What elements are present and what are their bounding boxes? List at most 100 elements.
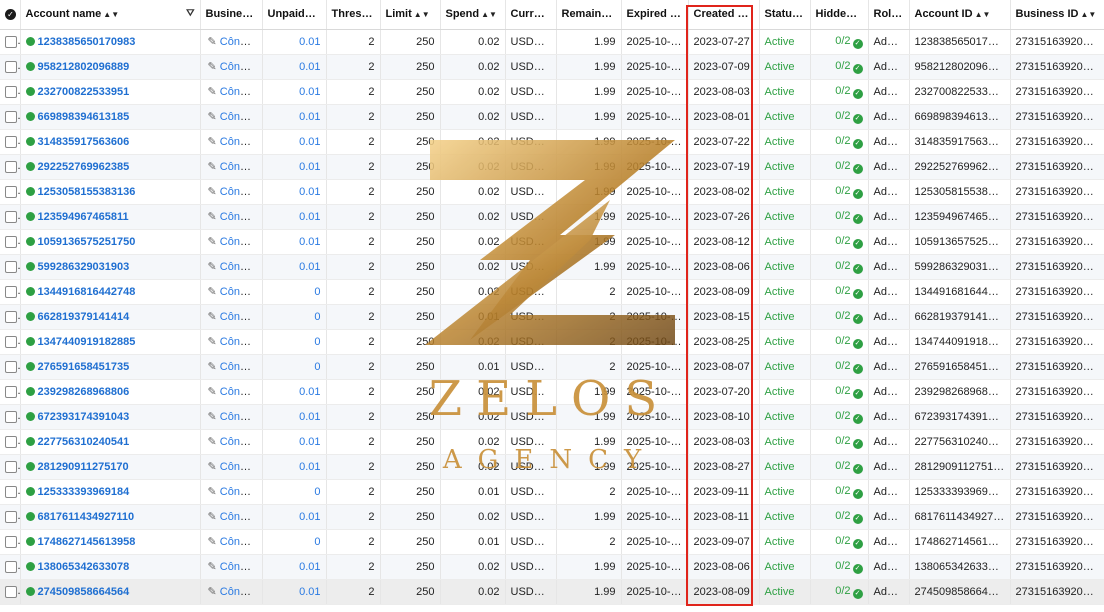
account-name-cell[interactable]: 1253058155383136	[20, 179, 201, 205]
business-link[interactable]: Công Ty T...	[220, 261, 261, 273]
table-row[interactable]: 227756310240541 ✎ Công Ty T...0.0122500.0…	[0, 429, 1104, 455]
table-row[interactable]: 6817611434927110 ✎ Công Ty T...0.0122500.…	[0, 504, 1104, 530]
business-link[interactable]: Công Ty T...	[220, 36, 261, 48]
account-name-cell[interactable]: 125333393969184	[20, 479, 201, 505]
business-link[interactable]: Công Ty T...	[220, 311, 261, 323]
edit-icon[interactable]: ✎	[208, 285, 217, 298]
account-name-cell[interactable]: 276591658451735	[20, 354, 201, 380]
business-link[interactable]: Công Ty T...	[220, 236, 261, 248]
account-name-cell[interactable]: 227756310240541	[20, 429, 201, 455]
account-name-link[interactable]: 1253058155383136	[38, 186, 136, 198]
table-row[interactable]: 125333393969184✎ Công Ty T...022500.01US…	[0, 479, 1104, 505]
table-row[interactable]: 1344916816442748✎ Công Ty T...022500.02U…	[0, 279, 1104, 305]
row-select-cell[interactable]	[0, 504, 21, 530]
account-name-cell[interactable]: 239298268968806	[20, 379, 201, 405]
row-checkbox[interactable]	[5, 385, 17, 398]
edit-icon[interactable]: ✎	[208, 410, 217, 423]
row-select-cell[interactable]	[0, 529, 21, 555]
row-checkbox[interactable]	[5, 410, 17, 423]
account-name-cell[interactable]: 1238385650170983	[20, 29, 201, 55]
account-name-link[interactable]: 239298268968806	[38, 386, 130, 398]
table-row[interactable]: 314835917563606 ✎ Công Ty T...0.0122500.0…	[0, 129, 1104, 155]
account-name-link[interactable]: 1347440919182885	[38, 336, 136, 348]
edit-icon[interactable]: ✎	[208, 360, 217, 373]
account-name-link[interactable]: 6817611434927110	[38, 511, 135, 523]
account-name-link[interactable]: 672393174391043	[38, 411, 130, 423]
header-spend[interactable]: Spend ▲▼	[440, 0, 506, 30]
edit-icon[interactable]: ✎	[208, 35, 217, 48]
account-name-link[interactable]: 1238385650170983	[38, 36, 136, 48]
row-checkbox[interactable]	[5, 285, 17, 298]
account-name-cell[interactable]: 232700822533951	[20, 79, 201, 105]
account-name-link[interactable]: 1344916816442748	[38, 286, 136, 298]
filter-icon[interactable]: ⛛	[186, 8, 194, 19]
business-cell[interactable]: ✎ Công Ty T...	[200, 229, 263, 255]
table-row[interactable]: 669898394613185 ✎ Công Ty T...0.0122500.0…	[0, 104, 1104, 130]
row-checkbox[interactable]	[5, 60, 17, 73]
business-cell[interactable]: ✎ Công Ty T...	[200, 154, 263, 180]
business-link[interactable]: Công Ty T...	[220, 136, 261, 148]
table-row[interactable]: 662819379141414✎ Công Ty T...022500.01US…	[0, 304, 1104, 330]
row-checkbox[interactable]	[5, 510, 17, 523]
business-cell[interactable]: ✎ Công Ty T...	[200, 29, 263, 55]
header-created-date[interactable]: Created dat...	[688, 0, 760, 30]
account-name-link[interactable]: 662819379141414	[38, 311, 130, 323]
edit-icon[interactable]: ✎	[208, 460, 217, 473]
row-checkbox[interactable]	[5, 85, 17, 98]
business-link[interactable]: Công Ty T...	[220, 211, 261, 223]
edit-icon[interactable]: ✎	[208, 510, 217, 523]
row-select-cell[interactable]	[0, 479, 21, 505]
table-row[interactable]: 281290911275170 ✎ Công Ty T...0.0122500.0…	[0, 454, 1104, 480]
business-link[interactable]: Công Ty T...	[220, 111, 261, 123]
edit-icon[interactable]: ✎	[208, 585, 217, 598]
account-name-cell[interactable]: 662819379141414	[20, 304, 201, 330]
account-name-link[interactable]: 1059136575251750	[38, 236, 136, 248]
edit-icon[interactable]: ✎	[208, 485, 217, 498]
table-row[interactable]: 274509858664564 ✎ Công Ty T...0.0122500.0…	[0, 579, 1104, 605]
sort-icon[interactable]: ▲▼	[481, 10, 497, 19]
header-unpaid[interactable]: Unpaid ▲▼	[262, 0, 327, 30]
row-select-cell[interactable]	[0, 54, 21, 80]
edit-icon[interactable]: ✎	[208, 535, 217, 548]
select-all-checkbox-icon[interactable]: ✓	[5, 8, 16, 20]
sort-icon[interactable]: ▲▼	[975, 10, 991, 19]
row-select-cell[interactable]	[0, 354, 21, 380]
row-select-cell[interactable]	[0, 79, 21, 105]
header-business-id[interactable]: Business ID ▲▼	[1010, 0, 1104, 30]
header-remain[interactable]: Remain ▲▼	[556, 0, 622, 30]
account-name-cell[interactable]: 6817611434927110	[20, 504, 201, 530]
business-link[interactable]: Công Ty T...	[220, 461, 261, 473]
row-select-cell[interactable]	[0, 229, 21, 255]
business-cell[interactable]: ✎ Công Ty T...	[200, 354, 263, 380]
header-account-name[interactable]: Account name ▲▼ ⛛	[20, 0, 201, 30]
row-checkbox[interactable]	[5, 260, 17, 273]
row-checkbox[interactable]	[5, 460, 17, 473]
account-name-cell[interactable]: 669898394613185	[20, 104, 201, 130]
row-checkbox[interactable]	[5, 210, 17, 223]
row-select-cell[interactable]	[0, 129, 21, 155]
account-name-cell[interactable]: 314835917563606	[20, 129, 201, 155]
row-select-cell[interactable]	[0, 304, 21, 330]
header-role[interactable]: Role▲▼	[868, 0, 910, 30]
account-name-cell[interactable]: 1344916816442748	[20, 279, 201, 305]
row-select-cell[interactable]	[0, 579, 21, 605]
table-row[interactable]: 672393174391043 ✎ Công Ty T...0.0122500.0…	[0, 404, 1104, 430]
business-link[interactable]: Công Ty T...	[220, 361, 261, 373]
row-checkbox[interactable]	[5, 185, 17, 198]
account-name-link[interactable]: 669898394613185	[38, 111, 130, 123]
header-currency[interactable]: Curren...	[505, 0, 557, 30]
business-cell[interactable]: ✎ Công Ty T...	[200, 329, 263, 355]
account-name-link[interactable]: 276591658451735	[38, 361, 130, 373]
business-cell[interactable]: ✎ Công Ty T...	[200, 429, 263, 455]
row-select-cell[interactable]	[0, 279, 21, 305]
edit-icon[interactable]: ✎	[208, 560, 217, 573]
row-checkbox[interactable]	[5, 110, 17, 123]
edit-icon[interactable]: ✎	[208, 335, 217, 348]
account-name-link[interactable]: 958212802096889	[38, 61, 130, 73]
account-name-cell[interactable]: 599286329031903	[20, 254, 201, 280]
table-row[interactable]: 276591658451735✎ Công Ty T...022500.01US…	[0, 354, 1104, 380]
account-name-link[interactable]: 292252769962385	[38, 161, 130, 173]
edit-icon[interactable]: ✎	[208, 135, 217, 148]
edit-icon[interactable]: ✎	[208, 85, 217, 98]
table-row[interactable]: 232700822533951 ✎ Công Ty T...0.0122500.0…	[0, 79, 1104, 105]
